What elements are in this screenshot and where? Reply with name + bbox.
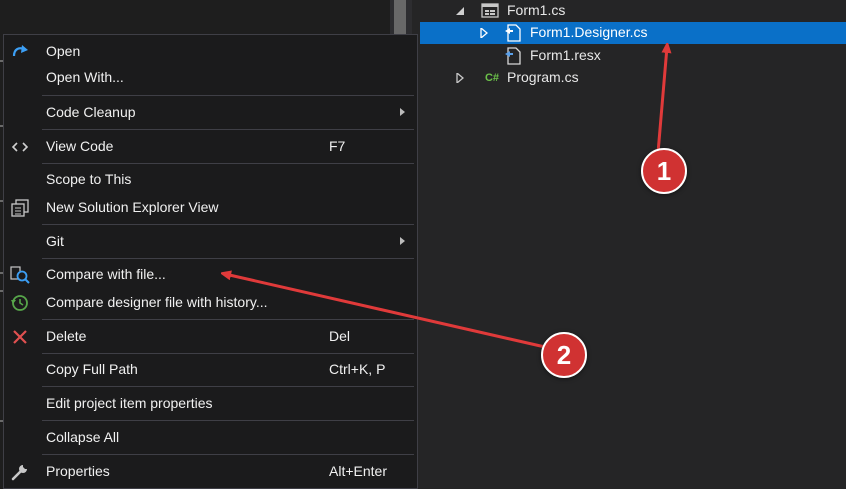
arrow-to-compare-with-file xyxy=(225,274,546,349)
annotation-callout-1: 1 xyxy=(641,148,687,194)
annotation-arrows xyxy=(0,0,846,349)
annotation-callout-2: 2 xyxy=(541,332,587,378)
annotation-number: 2 xyxy=(556,339,572,370)
arrow-to-designer-file xyxy=(656,47,667,154)
annotation-number: 1 xyxy=(656,155,672,186)
